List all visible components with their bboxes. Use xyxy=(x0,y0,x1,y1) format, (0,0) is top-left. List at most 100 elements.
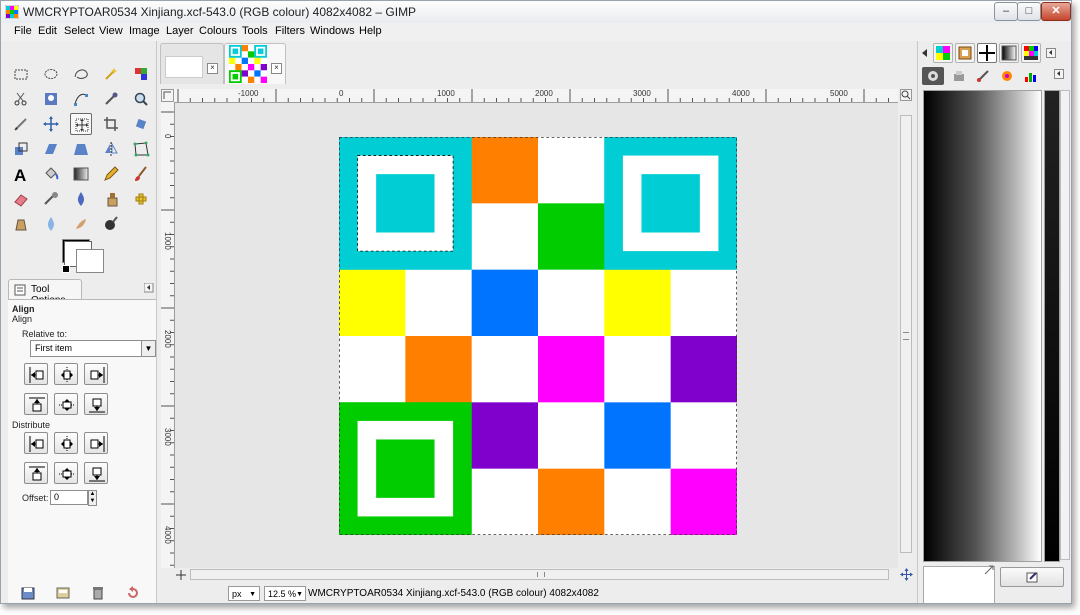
zoom-tool[interactable] xyxy=(130,88,152,110)
menu-windows[interactable]: Windows xyxy=(310,25,355,37)
panel-menu-icon[interactable] xyxy=(144,283,154,293)
tab-pointer[interactable] xyxy=(977,43,997,63)
gradient-preview[interactable] xyxy=(923,90,1042,562)
chevron-down-icon[interactable]: ▼ xyxy=(141,341,155,356)
offset-spinner[interactable]: ▲ ▼ xyxy=(88,490,97,506)
horizontal-scrollbar[interactable] xyxy=(190,569,889,580)
scale-tool[interactable] xyxy=(10,138,32,160)
align-right-button[interactable] xyxy=(84,363,108,385)
blur-tool[interactable] xyxy=(40,213,62,235)
close-button[interactable]: ✕ xyxy=(1041,2,1071,21)
heal-tool[interactable] xyxy=(130,188,152,210)
delete-tool-options-icon[interactable] xyxy=(91,586,105,600)
image-canvas[interactable] xyxy=(339,137,737,535)
paths-icon[interactable] xyxy=(976,69,990,83)
perspective-clone-tool[interactable] xyxy=(10,213,32,235)
perspective-tool[interactable] xyxy=(70,138,92,160)
scroll-grip[interactable] xyxy=(903,332,909,340)
distribute-left-button[interactable] xyxy=(24,432,48,454)
menu-select[interactable]: Select xyxy=(64,25,95,37)
restore-tool-options-icon[interactable] xyxy=(56,586,70,600)
rotate-tool[interactable] xyxy=(130,113,152,135)
unit-select[interactable]: px ▼ xyxy=(228,586,260,601)
scissors-tool[interactable] xyxy=(10,88,32,110)
cage-transform-tool[interactable] xyxy=(130,138,152,160)
ink-tool[interactable] xyxy=(70,188,92,210)
paintbrush-tool[interactable] xyxy=(130,163,152,185)
background-color[interactable] xyxy=(76,249,104,273)
paths-tool[interactable] xyxy=(70,88,92,110)
tab-layers[interactable] xyxy=(922,67,944,85)
menu-help[interactable]: Help xyxy=(359,25,382,37)
image-tab-blank[interactable]: × xyxy=(160,43,224,84)
measure-tool[interactable] xyxy=(10,113,32,135)
flip-tool[interactable] xyxy=(100,138,122,160)
align-left-button[interactable] xyxy=(24,363,48,385)
ellipse-select-tool[interactable] xyxy=(40,63,62,85)
align-bottom-button[interactable] xyxy=(84,393,108,415)
align-top-button[interactable] xyxy=(24,393,48,415)
dodge-burn-tool[interactable] xyxy=(100,213,122,235)
distribute-middle-button[interactable] xyxy=(54,462,78,484)
smudge-tool[interactable] xyxy=(70,213,92,235)
menu-edit[interactable]: Edit xyxy=(38,25,57,37)
blend-tool[interactable] xyxy=(70,163,92,185)
scroll-grip[interactable] xyxy=(537,572,545,577)
fg-bg-color-selector[interactable] xyxy=(62,239,104,275)
colormap-icon[interactable] xyxy=(1000,69,1014,83)
zoom-fit-icon[interactable] xyxy=(900,89,912,101)
distribute-right-button[interactable] xyxy=(84,432,108,454)
clone-tool[interactable] xyxy=(100,188,122,210)
free-select-tool[interactable] xyxy=(70,63,92,85)
distribute-top-button[interactable] xyxy=(24,462,48,484)
tab-brushes[interactable] xyxy=(955,43,975,63)
relative-to-select[interactable]: First item ▼ xyxy=(30,340,156,357)
close-tab-icon[interactable]: × xyxy=(271,63,282,74)
canvas-area[interactable] xyxy=(175,103,898,568)
move-tool[interactable] xyxy=(40,113,62,135)
menu-image[interactable]: Image xyxy=(129,25,160,37)
distribute-bottom-button[interactable] xyxy=(84,462,108,484)
text-tool[interactable]: A xyxy=(10,163,32,185)
dock-arrow-left-icon[interactable] xyxy=(921,48,929,58)
menu-view[interactable]: View xyxy=(99,25,123,37)
pencil-tool[interactable] xyxy=(100,163,122,185)
save-tool-options-icon[interactable] xyxy=(21,586,35,600)
menu-filters[interactable]: Filters xyxy=(275,25,305,37)
menu-layer[interactable]: Layer xyxy=(166,25,194,37)
tab-patterns[interactable] xyxy=(933,43,953,63)
color-picker-tool[interactable] xyxy=(100,88,122,110)
dock-menu-icon[interactable] xyxy=(1054,69,1064,79)
navigation-cross-icon[interactable] xyxy=(900,568,913,581)
histogram-icon[interactable] xyxy=(1024,69,1038,83)
tab-tool-options[interactable]: Tool Options xyxy=(8,279,82,306)
menu-file[interactable]: File xyxy=(14,25,32,37)
zoom-select[interactable]: 12.5 % ▼ xyxy=(264,586,306,601)
navigate-icon[interactable] xyxy=(175,569,187,581)
eraser-tool[interactable] xyxy=(10,188,32,210)
close-tab-icon[interactable]: × xyxy=(207,63,218,74)
menu-tools[interactable]: Tools xyxy=(242,25,268,37)
edit-button[interactable] xyxy=(1000,567,1064,587)
channels-icon[interactable] xyxy=(952,69,966,83)
foreground-select-tool[interactable] xyxy=(40,88,62,110)
minimize-button[interactable]: – xyxy=(994,2,1018,21)
align-center-button[interactable] xyxy=(54,363,78,385)
crop-tool[interactable] xyxy=(100,113,122,135)
tab-gradients[interactable] xyxy=(999,43,1019,63)
align-middle-button[interactable] xyxy=(54,393,78,415)
dock-menu-icon[interactable] xyxy=(1046,48,1056,58)
quick-mask-corner-icon[interactable] xyxy=(161,89,174,102)
maximize-button[interactable]: □ xyxy=(1017,2,1041,21)
bucket-fill-tool[interactable] xyxy=(40,163,62,185)
distribute-center-button[interactable] xyxy=(54,432,78,454)
image-tab-active[interactable]: × xyxy=(224,43,286,84)
reset-colors-icon[interactable] xyxy=(62,265,70,273)
select-by-color-tool[interactable] xyxy=(130,63,152,85)
expand-icon[interactable] xyxy=(984,565,994,575)
rect-select-tool[interactable] xyxy=(10,63,32,85)
airbrush-tool[interactable] xyxy=(40,188,62,210)
fuzzy-select-tool[interactable] xyxy=(100,63,122,85)
dock-scrollbar[interactable] xyxy=(1060,90,1070,560)
reset-tool-options-icon[interactable] xyxy=(126,586,140,600)
